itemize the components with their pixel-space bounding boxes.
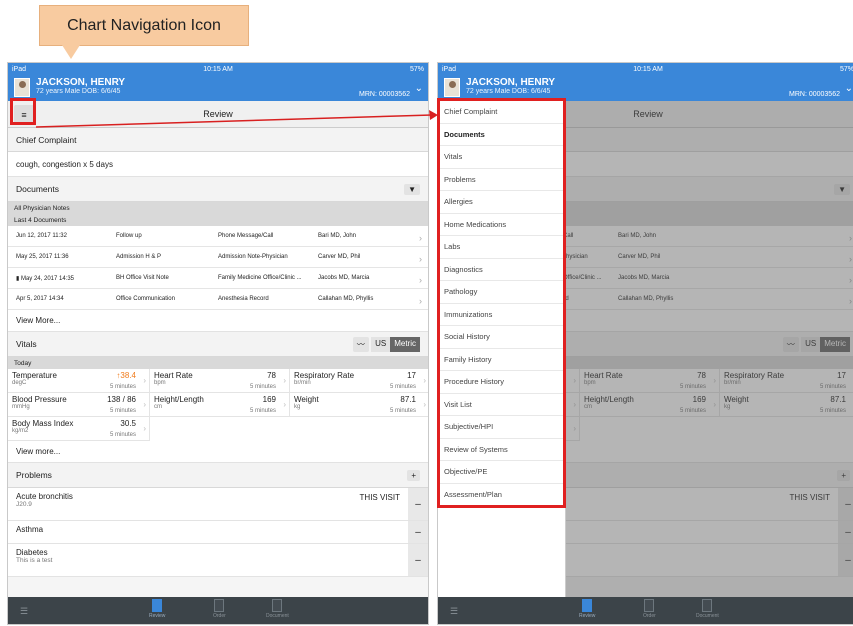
pointer-arrow [35, 110, 438, 128]
